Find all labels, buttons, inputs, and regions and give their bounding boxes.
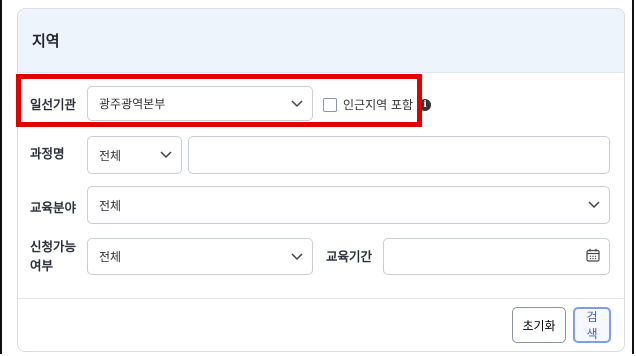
info-icon[interactable]: i (419, 98, 432, 111)
chevron-down-icon (291, 99, 303, 108)
search-button[interactable]: 검색 (573, 307, 611, 343)
search-filter-panel: 지역 일선기관 광주광역본부 인근지역 포함 i 과정명 전체 교육분야 전체 … (17, 8, 625, 352)
nearby-region-label: 인근지역 포함 (343, 98, 414, 112)
institution-select[interactable]: 광주광역본부 (87, 86, 313, 121)
course-name-select-value: 전체 (99, 148, 122, 163)
institution-label: 일선기관 (30, 97, 77, 112)
course-name-select[interactable]: 전체 (87, 136, 182, 174)
chevron-down-icon (291, 252, 303, 261)
course-name-input[interactable] (188, 136, 610, 174)
field-label: 교육분야 (30, 200, 77, 215)
nearby-region-checkbox[interactable] (323, 97, 337, 112)
institution-select-value: 광주광역본부 (99, 97, 166, 111)
chevron-down-icon (588, 201, 600, 209)
panel-title: 지역 (32, 32, 60, 50)
panel-divider (18, 298, 624, 299)
availability-label-line2: 여부 (30, 258, 54, 273)
panel-header: 지역 (18, 9, 624, 73)
reset-button[interactable]: 초기화 (512, 307, 566, 343)
availability-select[interactable]: 전체 (87, 238, 313, 275)
field-select[interactable]: 전체 (87, 186, 610, 224)
chevron-down-icon (160, 151, 172, 159)
course-name-label: 과정명 (30, 146, 65, 161)
availability-label-line1: 신청가능 (30, 239, 77, 254)
calendar-icon[interactable] (586, 248, 600, 265)
period-label: 교육기간 (326, 249, 373, 264)
nearby-region-option[interactable]: 인근지역 포함 i (323, 96, 432, 113)
period-date-input[interactable] (383, 238, 610, 275)
availability-select-value: 전체 (99, 250, 122, 264)
field-select-value: 전체 (99, 198, 122, 213)
